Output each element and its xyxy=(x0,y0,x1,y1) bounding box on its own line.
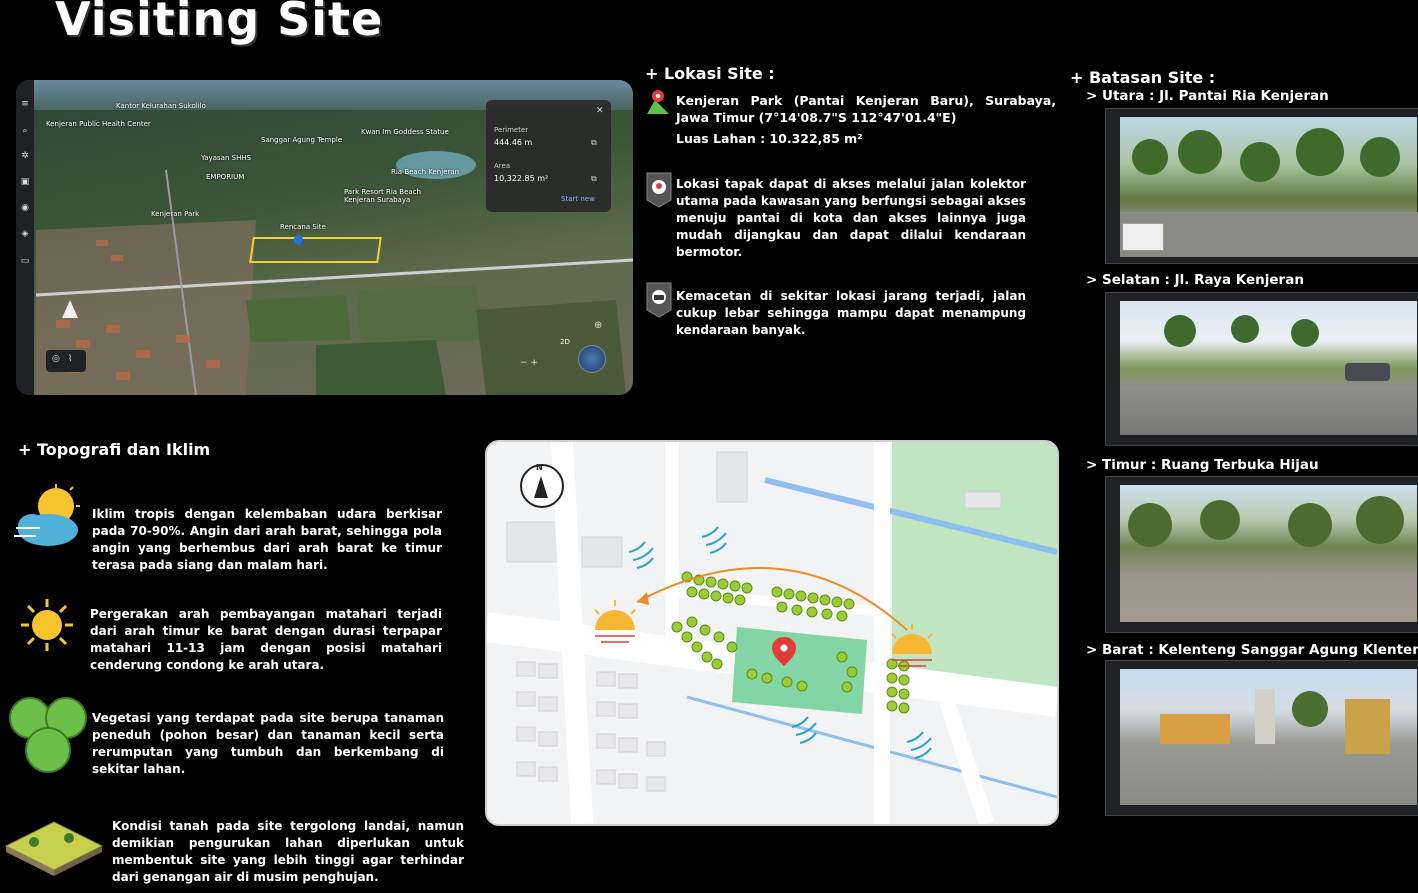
weather-icon xyxy=(10,484,82,554)
start-new-button[interactable]: Start new xyxy=(561,195,595,203)
topografi-heading: + Topografi dan Iklim xyxy=(18,440,211,459)
menu-icon[interactable]: ≡ xyxy=(19,98,31,110)
image-icon[interactable]: ▣ xyxy=(19,176,31,188)
site-boundary[interactable] xyxy=(249,237,382,263)
path-icon[interactable]: ⌇ xyxy=(68,354,72,364)
compass-icon[interactable] xyxy=(62,300,78,318)
zoom-controls[interactable]: − + xyxy=(520,358,538,368)
pin-icon[interactable]: ◎ xyxy=(52,354,60,364)
area-label: Area xyxy=(494,162,511,170)
site-label: Rencana Site xyxy=(280,223,326,231)
map-pin-icon xyxy=(645,88,671,116)
page-title: Visiting Site xyxy=(55,0,384,46)
road-text: Kemacetan di sekitar lokasi jarang terja… xyxy=(676,289,1026,337)
measure-panel: ✕ Perimeter 444.46 m ⧉ Area 10,322.85 m²… xyxy=(486,100,611,212)
place-label: Kwan Im Goddess Statue xyxy=(361,128,449,136)
place-label: Park Resort Ria Beach Kenjeran Surabaya xyxy=(344,188,421,204)
map-svg xyxy=(487,442,1057,824)
batasan-heading: + Batasan Site : xyxy=(1070,68,1216,87)
area-value: 10,322.85 m² xyxy=(494,174,549,183)
copy-icon[interactable]: ⧉ xyxy=(591,138,597,148)
earth-sidebar: ≡ ⌕ ✲ ▣ ◉ ◈ ▭ xyxy=(16,80,34,395)
street-view-south[interactable] xyxy=(1105,292,1418,446)
search-icon[interactable]: ⌕ xyxy=(19,125,31,137)
view-2d-button[interactable]: 2D xyxy=(560,338,570,346)
street-photo xyxy=(1120,485,1417,622)
ruler-icon[interactable]: ▭ xyxy=(19,255,31,267)
globe-icon[interactable] xyxy=(578,345,606,373)
boundary-east-label: > Timur : Ruang Terbuka Hijau xyxy=(1086,457,1319,473)
place-label: EMPORIUM xyxy=(206,173,245,181)
street-photo xyxy=(1120,117,1418,257)
copy-icon[interactable]: ⧉ xyxy=(591,174,597,184)
compass-icon: N xyxy=(520,463,564,508)
site-analysis-map[interactable]: N xyxy=(485,440,1059,826)
boundary-south-label: > Selatan : Jl. Raya Kenjeran xyxy=(1086,272,1304,288)
perimeter-label: Perimeter xyxy=(494,126,529,134)
soil-text: Kondisi tanah pada site tergolong landai… xyxy=(112,819,464,884)
contour-icon xyxy=(4,808,104,878)
access-text: Lokasi tapak dapat di akses melalui jala… xyxy=(676,177,1026,259)
boundary-north-label: > Utara : Jl. Pantai Ria Kenjeran xyxy=(1086,88,1329,104)
place-label: Ria Beach Kenjeran xyxy=(391,168,460,176)
place-label: Kenjeran Public Health Center xyxy=(46,120,151,128)
vehicle-badge-icon xyxy=(646,282,672,318)
location-text: Kenjeran Park (Pantai Kenjeran Baru), Su… xyxy=(676,93,1056,125)
place-label: Kantor Kelurahan Sukolilo xyxy=(116,102,206,110)
street-view-west[interactable] xyxy=(1105,660,1418,816)
compass-north-label: N xyxy=(536,463,543,472)
mini-map[interactable] xyxy=(1122,223,1164,251)
vegetation-text: Vegetasi yang terdapat pada site berupa … xyxy=(92,711,444,776)
sun-icon xyxy=(20,598,74,652)
locate-icon[interactable]: ⊕ xyxy=(594,320,602,331)
street-view-east[interactable] xyxy=(1105,476,1418,633)
sun-text: Pergerakan arah pembayangan matahari ter… xyxy=(90,607,442,672)
lokasi-heading: + Lokasi Site : xyxy=(645,64,775,83)
tree-icon xyxy=(6,696,88,776)
street-photo xyxy=(1120,669,1417,805)
street-photo xyxy=(1120,301,1417,435)
perimeter-value: 444.46 m xyxy=(494,138,533,147)
bottom-tools: ◎ ⌇ xyxy=(46,350,86,372)
layers-icon[interactable]: ◈ xyxy=(19,228,31,240)
satellite-view[interactable]: Kantor Kelurahan Sukolilo Kenjeran Publi… xyxy=(16,80,633,395)
place-label: Sanggar Agung Temple xyxy=(261,136,343,144)
climate-text: Iklim tropis dengan kelembaban udara ber… xyxy=(92,507,442,572)
boundary-west-label: > Barat : Kelenteng Sanggar Agung Klente… xyxy=(1086,642,1418,658)
gear-icon[interactable]: ✲ xyxy=(19,150,31,162)
location-badge-icon xyxy=(646,172,672,208)
place-label: Kenjeran Park xyxy=(151,210,200,218)
place-label: Yayasan SHHS xyxy=(201,154,252,162)
close-icon[interactable]: ✕ xyxy=(596,106,604,116)
area-text: Luas Lahan : 10.322,85 m² xyxy=(676,131,863,146)
pin-icon[interactable]: ◉ xyxy=(19,202,31,214)
street-view-north[interactable] xyxy=(1105,108,1418,264)
